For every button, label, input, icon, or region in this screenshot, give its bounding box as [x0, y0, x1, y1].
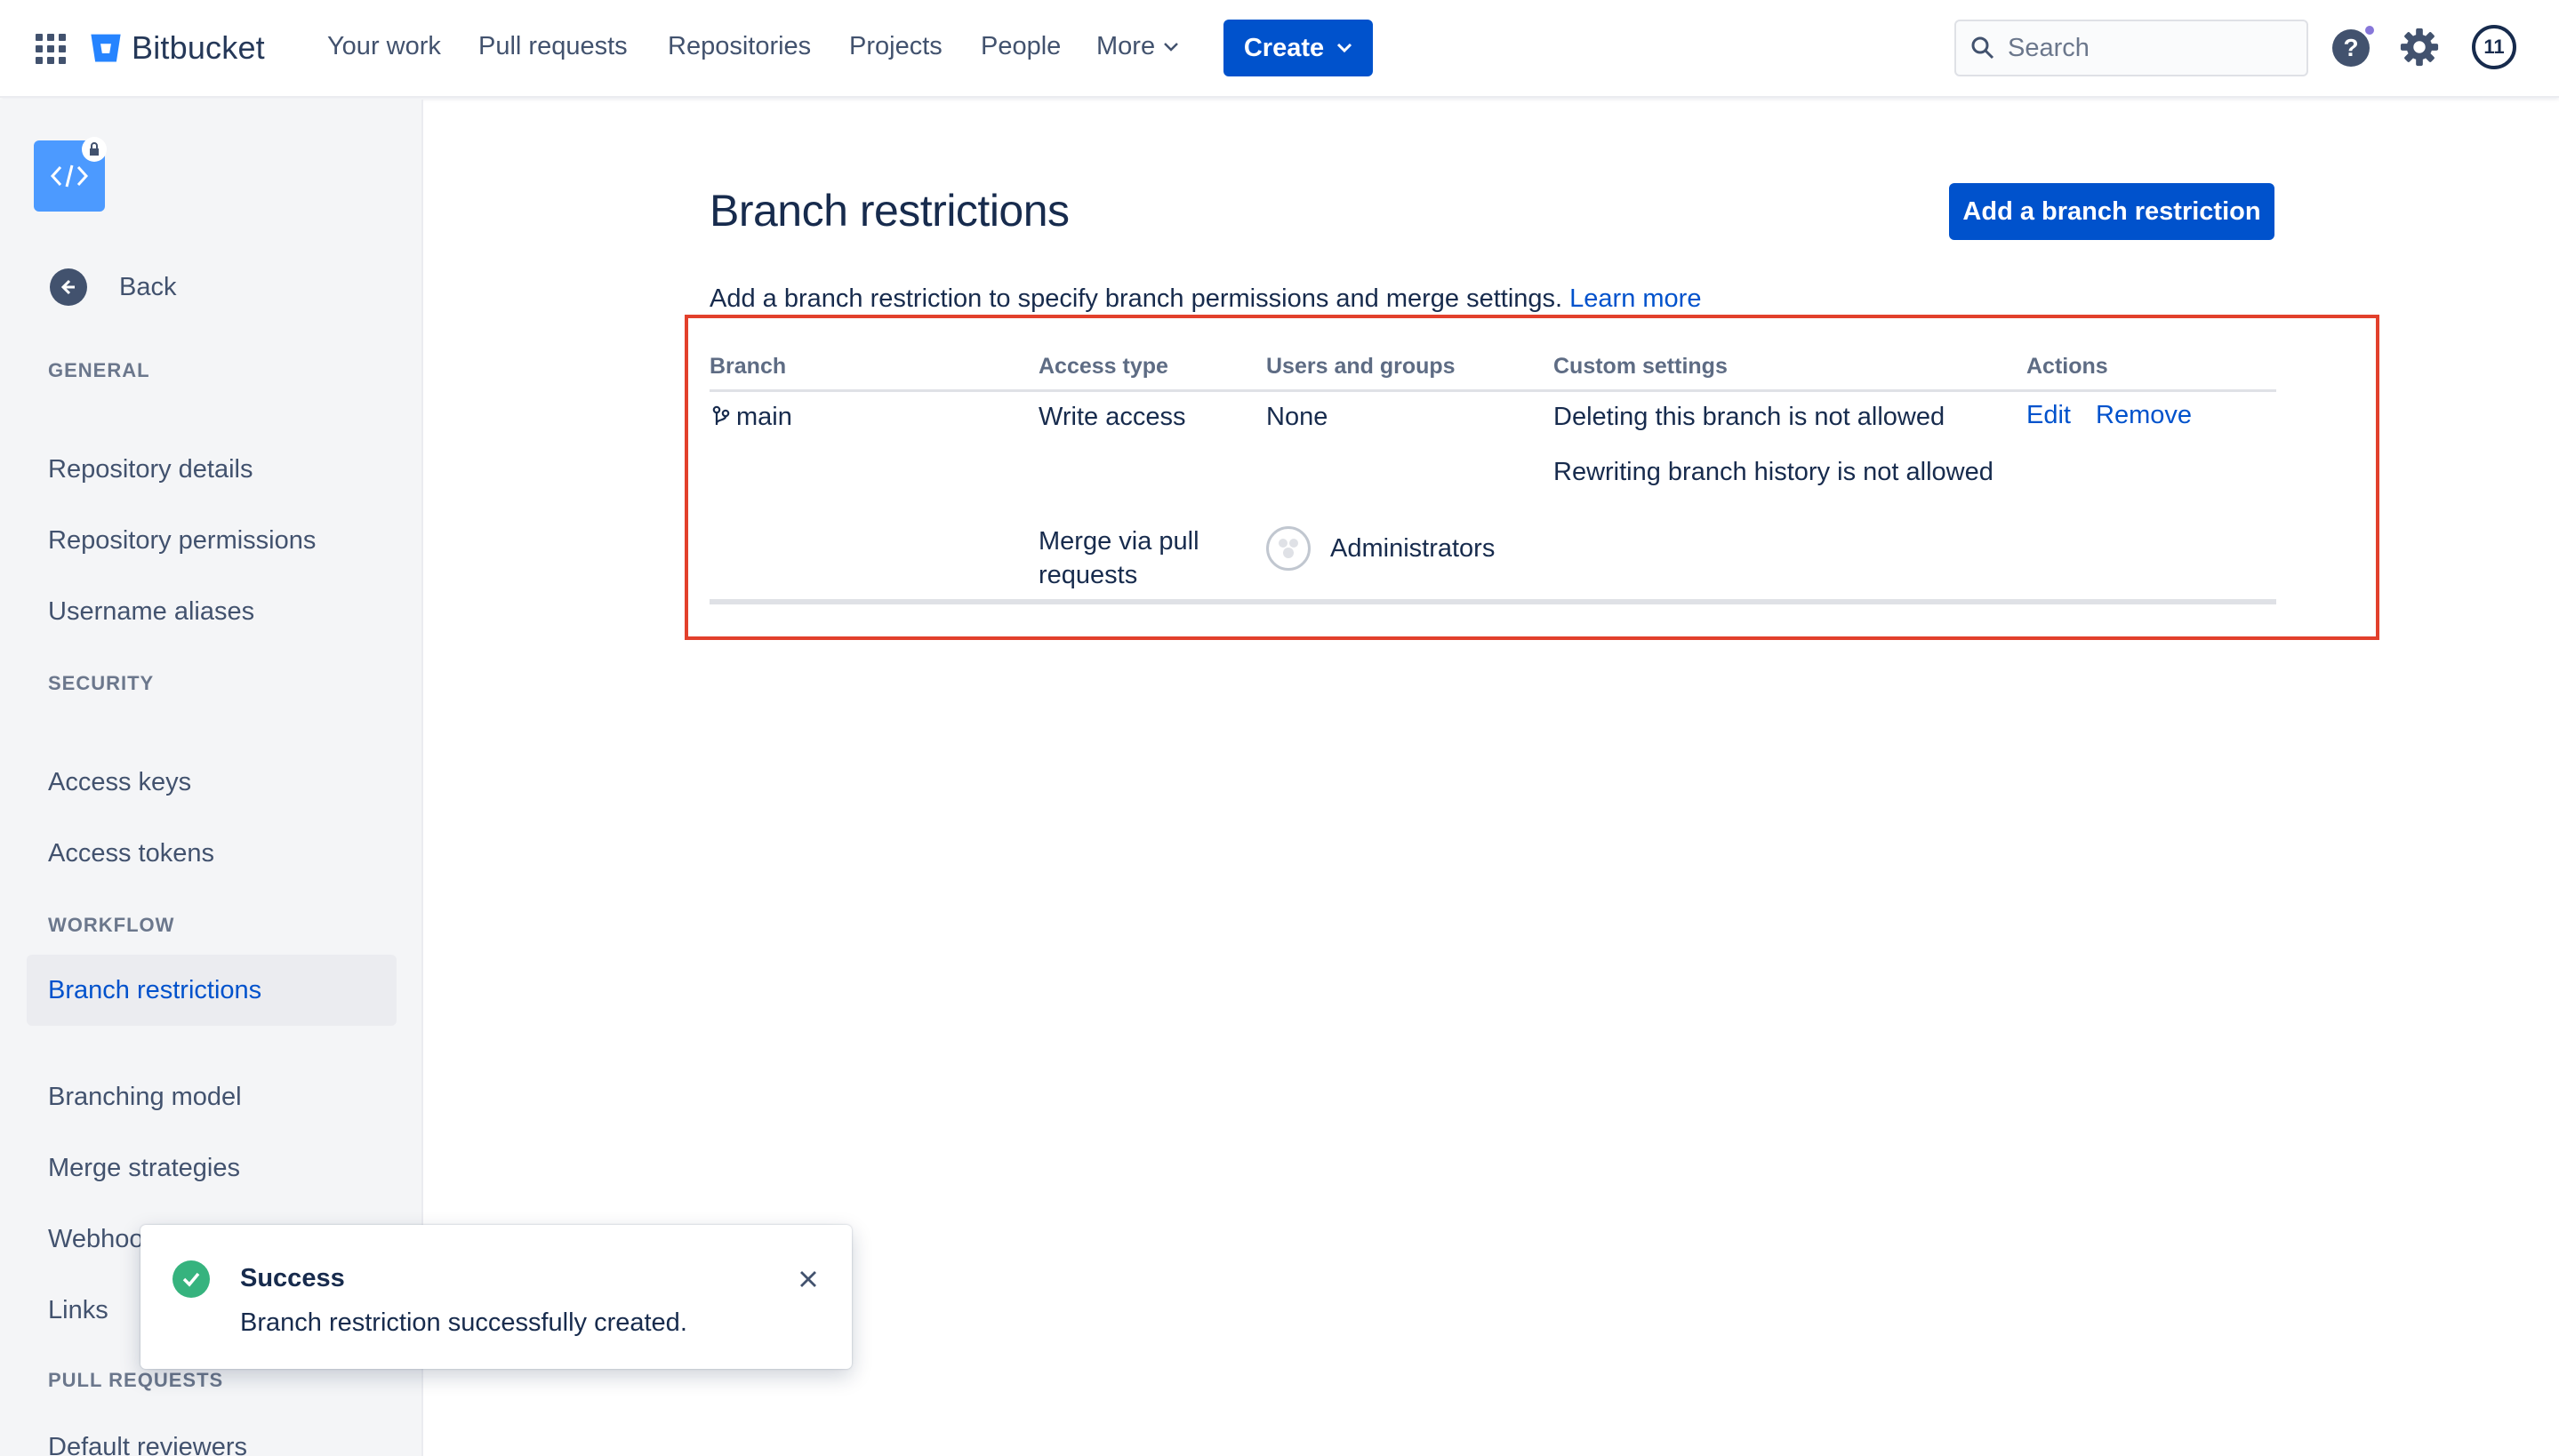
chevron-down-icon — [1337, 43, 1352, 53]
column-header-users-and-groups: Users and groups — [1266, 354, 1456, 379]
sidebar-item-access-tokens[interactable]: Access tokens — [27, 818, 397, 889]
group-avatar-icon — [1266, 526, 1311, 571]
sidebar-heading-security: SECURITY — [48, 672, 155, 694]
back-label: Back — [119, 272, 177, 301]
search-input[interactable] — [2008, 33, 2292, 63]
sidebar-item-repository-permissions[interactable]: Repository permissions — [27, 505, 397, 576]
edit-link[interactable]: Edit — [2026, 401, 2071, 430]
nav-people[interactable]: People — [981, 32, 1061, 61]
brand-name: Bitbucket — [132, 29, 265, 66]
access-type-merge-line2: requests — [1039, 561, 1138, 589]
description-text: Add a branch restriction to specify bran… — [710, 284, 1563, 313]
branch-icon — [712, 405, 730, 425]
close-icon[interactable] — [795, 1266, 822, 1292]
add-branch-restriction-button[interactable]: Add a branch restriction — [1949, 183, 2274, 240]
check-circle-icon — [172, 1260, 210, 1298]
search-icon — [1971, 36, 1994, 60]
annotation-highlight-box — [685, 315, 2379, 640]
table-header-divider — [710, 389, 2276, 392]
access-type-write: Write access — [1039, 403, 1186, 431]
custom-setting-rewrite: Rewriting branch history is not allowed — [1553, 458, 1993, 486]
remove-link[interactable]: Remove — [2096, 401, 2192, 430]
app-switcher-icon[interactable] — [36, 34, 66, 64]
nav-pull-requests[interactable]: Pull requests — [478, 32, 628, 61]
flag-title: Success — [240, 1264, 345, 1292]
users-groups-none: None — [1266, 403, 1328, 431]
access-type-merge-line1: Merge via pull — [1039, 527, 1199, 556]
notification-dot — [2362, 23, 2377, 37]
sidebar-heading-general: GENERAL — [48, 359, 150, 381]
settings-gear-icon[interactable] — [2399, 27, 2440, 68]
flag-message: Branch restriction successfully created. — [240, 1308, 687, 1337]
sidebar-item-default-reviewers[interactable]: Default reviewers — [27, 1412, 397, 1456]
nav-more-label: More — [1096, 32, 1156, 60]
page-description: Add a branch restriction to specify bran… — [710, 284, 1701, 314]
table-bottom-divider — [710, 599, 2276, 604]
branch-cell: main — [711, 400, 792, 434]
sidebar-item-branch-restrictions[interactable]: Branch restrictions — [27, 955, 397, 1026]
column-header-custom-settings: Custom settings — [1553, 354, 1728, 379]
svg-text:?: ? — [2343, 34, 2358, 61]
chevron-down-icon — [1164, 42, 1178, 52]
sidebar-item-branching-model[interactable]: Branching model — [27, 1061, 397, 1132]
sidebar-item-username-aliases[interactable]: Username aliases — [27, 576, 397, 647]
nav-repositories[interactable]: Repositories — [668, 32, 811, 61]
users-groups-administrators: Administrators — [1330, 534, 1496, 563]
top-navigation-bar: Bitbucket Your work Pull requests Reposi… — [0, 0, 2559, 98]
sidebar-item-access-keys[interactable]: Access keys — [27, 747, 397, 818]
nav-more-dropdown[interactable]: More — [1096, 32, 1180, 61]
column-header-actions: Actions — [2026, 354, 2108, 379]
page-title: Branch restrictions — [710, 186, 1070, 236]
success-flag: Success Branch restriction successfully … — [140, 1225, 852, 1369]
private-lock-icon — [82, 137, 107, 162]
bitbucket-logo[interactable]: Bitbucket — [89, 27, 265, 69]
custom-setting-delete: Deleting this branch is not allowed — [1553, 403, 1945, 431]
nav-your-work[interactable]: Your work — [327, 32, 441, 61]
create-button[interactable]: Create — [1223, 20, 1373, 76]
sidebar-item-merge-strategies[interactable]: Merge strategies — [27, 1132, 397, 1204]
bitbucket-bucket-icon — [91, 34, 121, 62]
nav-projects[interactable]: Projects — [849, 32, 943, 61]
sidebar-heading-workflow: WORKFLOW — [48, 914, 175, 936]
column-header-access-type: Access type — [1039, 354, 1168, 379]
column-header-branch: Branch — [710, 354, 787, 379]
learn-more-link[interactable]: Learn more — [1569, 284, 1701, 313]
arrow-left-icon — [50, 268, 87, 306]
back-button[interactable]: Back — [50, 268, 176, 306]
search-field[interactable] — [1954, 20, 2308, 76]
code-icon — [50, 164, 89, 188]
branch-name: main — [736, 403, 792, 431]
user-avatar[interactable]: 11 — [2472, 25, 2516, 69]
sidebar-heading-pull-requests: PULL REQUESTS — [48, 1369, 224, 1391]
sidebar-item-repository-details[interactable]: Repository details — [27, 434, 397, 505]
create-button-label: Create — [1243, 33, 1325, 62]
